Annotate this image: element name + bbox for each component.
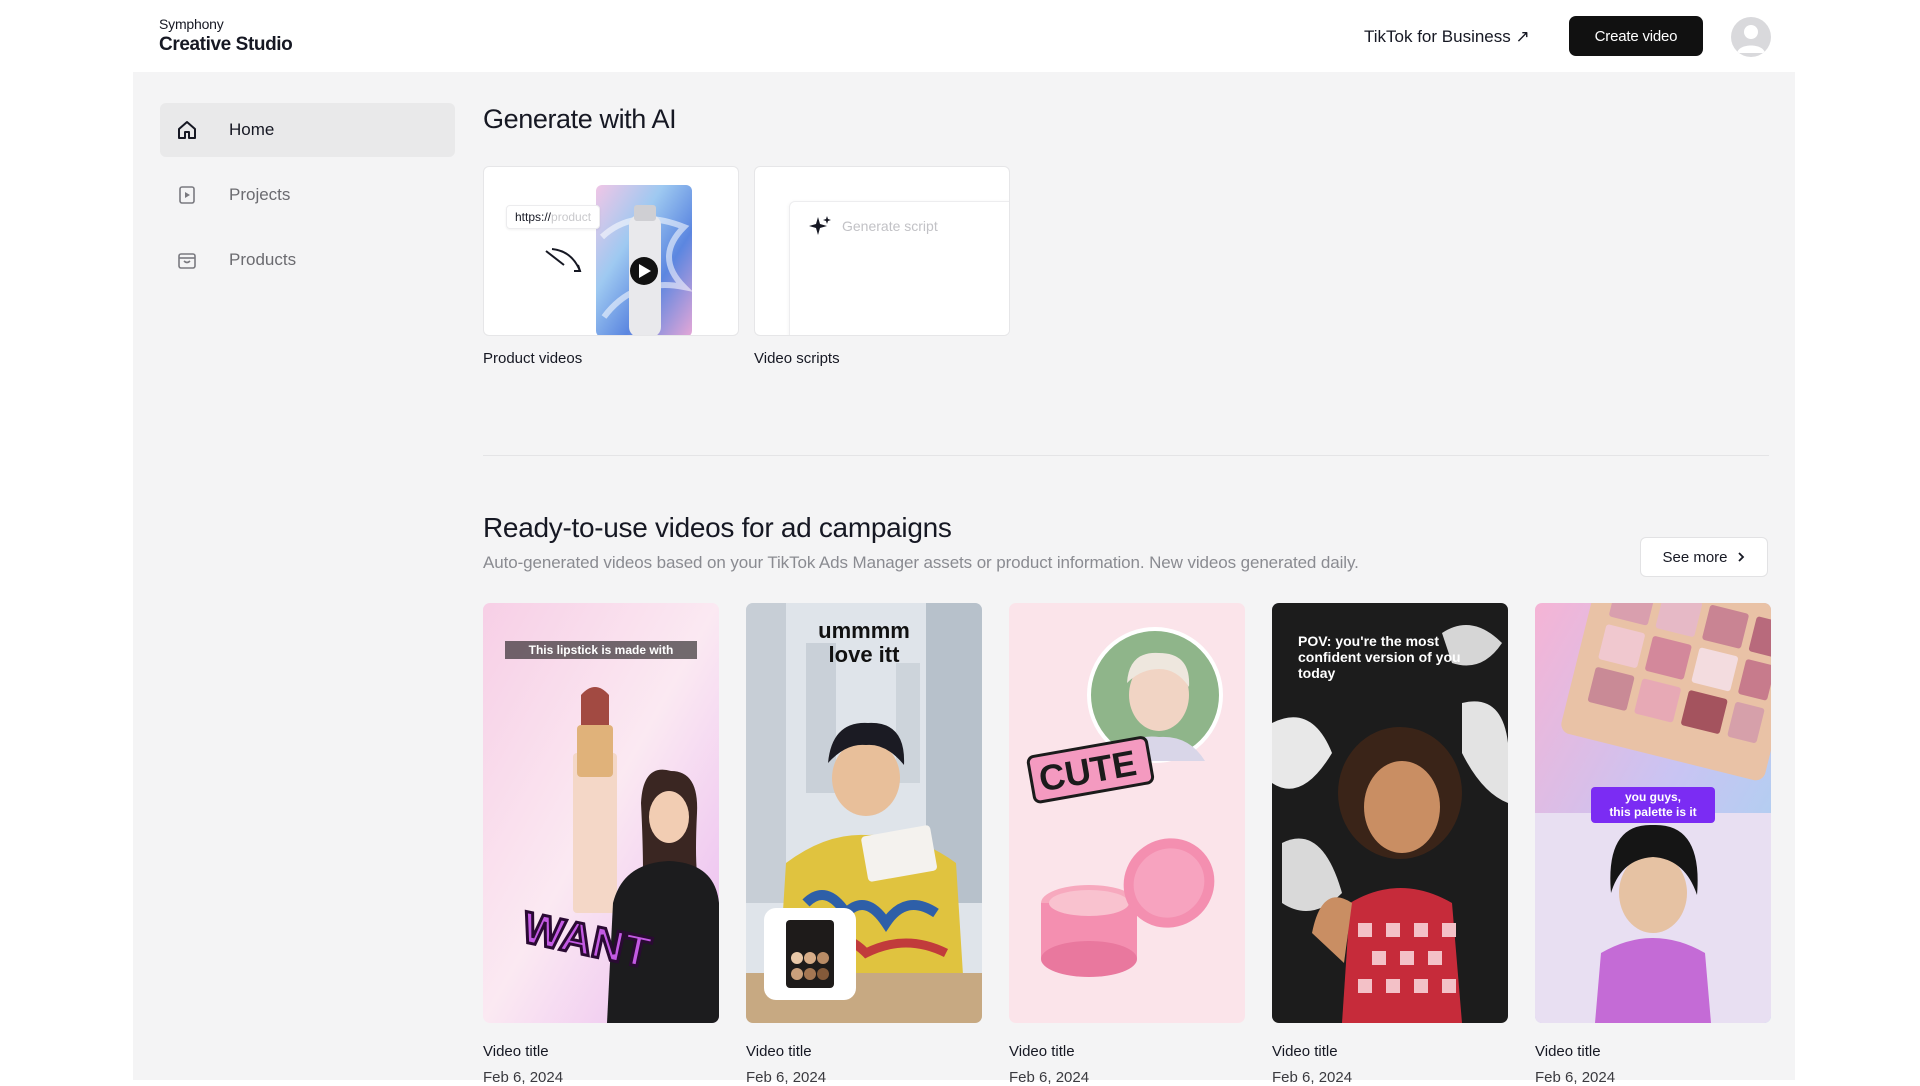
product-videos-label: Product videos	[483, 350, 583, 367]
products-icon	[175, 248, 199, 272]
brand-logo[interactable]: Symphony Creative Studio	[159, 16, 293, 56]
video-thumbnail[interactable]: ummmm love itt	[746, 603, 982, 1023]
video-date: Feb 6, 2024	[483, 1069, 564, 1086]
video-overlay-text: This lipstick is made with	[505, 641, 697, 659]
video-date: Feb 6, 2024	[746, 1069, 827, 1086]
pen-arrow-icon	[545, 248, 582, 272]
url-input-mock: https://product	[506, 205, 601, 229]
sidebar-item-products[interactable]: Products	[160, 233, 455, 287]
video-title: Video title	[1009, 1043, 1075, 1060]
sparkle-icon	[809, 216, 831, 235]
script-input-mock: Generate script	[789, 201, 1009, 335]
video-thumbnail[interactable]: CUTE	[1009, 603, 1245, 1023]
video-scripts-label: Video scripts	[754, 350, 840, 367]
product-video-illustration	[596, 185, 694, 335]
palette-product-icon	[786, 920, 834, 988]
see-more-label: See more	[1662, 548, 1728, 566]
ready-section-title: Ready-to-use videos for ad campaigns	[483, 512, 952, 543]
video-scripts-card[interactable]: Generate script	[754, 166, 1010, 336]
user-icon	[1737, 25, 1765, 53]
product-sticker	[764, 908, 856, 1000]
video-title: Video title	[483, 1043, 549, 1060]
video-thumbnail[interactable]: POV: you're the most confident version o…	[1272, 603, 1508, 1023]
product-videos-card[interactable]: https://product	[483, 166, 739, 336]
sidebar-item-label: Projects	[229, 185, 291, 204]
sidebar-item-home[interactable]: Home	[160, 103, 455, 157]
video-title: Video title	[746, 1043, 812, 1060]
url-tag-faded-text: product	[551, 210, 592, 224]
tiktok-business-link[interactable]: TikTok for Business ↗	[1364, 27, 1530, 47]
sidebar-item-label: Products	[229, 250, 297, 269]
url-tag-text: https://	[515, 210, 552, 224]
chevron-right-icon	[1737, 552, 1744, 562]
video-date: Feb 6, 2024	[1272, 1069, 1353, 1086]
brand-small-text: Symphony	[159, 16, 224, 32]
projects-icon	[175, 183, 199, 207]
video-card[interactable]: ummmm love itt Video title Feb 6, 2024	[746, 603, 982, 1086]
video-overlay-text: you guys, this palette is it	[1591, 787, 1715, 823]
see-more-button[interactable]: See more	[1640, 537, 1768, 577]
video-card[interactable]: you guys, this palette is it Video title…	[1535, 603, 1771, 1086]
home-icon	[175, 118, 199, 142]
video-title: Video title	[1272, 1043, 1338, 1060]
video-date: Feb 6, 2024	[1009, 1069, 1090, 1086]
ready-section-subtitle: Auto-generated videos based on your TikT…	[483, 553, 1359, 572]
video-card[interactable]: CUTE Video title Feb 6, 2024	[1009, 603, 1245, 1086]
create-video-button[interactable]: Create video	[1569, 16, 1703, 56]
section-divider	[483, 455, 1769, 456]
video-title: Video title	[1535, 1043, 1601, 1060]
script-placeholder: Generate script	[842, 218, 938, 234]
video-thumbnail[interactable]: you guys, this palette is it	[1535, 603, 1771, 1023]
top-bar: Symphony Creative Studio TikTok for Busi…	[0, 0, 1920, 72]
sidebar-item-projects[interactable]: Projects	[160, 168, 455, 222]
video-thumbnail[interactable]: WANT This lipstick is made with	[483, 603, 719, 1023]
sidebar-item-label: Home	[229, 120, 275, 139]
video-date: Feb 6, 2024	[1535, 1069, 1616, 1086]
lipstick-video-image: WANT	[483, 603, 719, 1023]
video-overlay-text: POV: you're the most confident version o…	[1298, 633, 1461, 682]
video-overlay-text: ummmm love itt	[818, 618, 910, 668]
avatar[interactable]	[1731, 17, 1771, 57]
brand-title: Creative Studio	[159, 34, 293, 55]
video-card[interactable]: WANT This lipstick is made with Video ti…	[483, 603, 719, 1086]
video-card[interactable]: POV: you're the most confident version o…	[1272, 603, 1508, 1086]
generate-section-title: Generate with AI	[483, 104, 677, 134]
lip-balm-video-image: CUTE	[1009, 603, 1245, 1023]
